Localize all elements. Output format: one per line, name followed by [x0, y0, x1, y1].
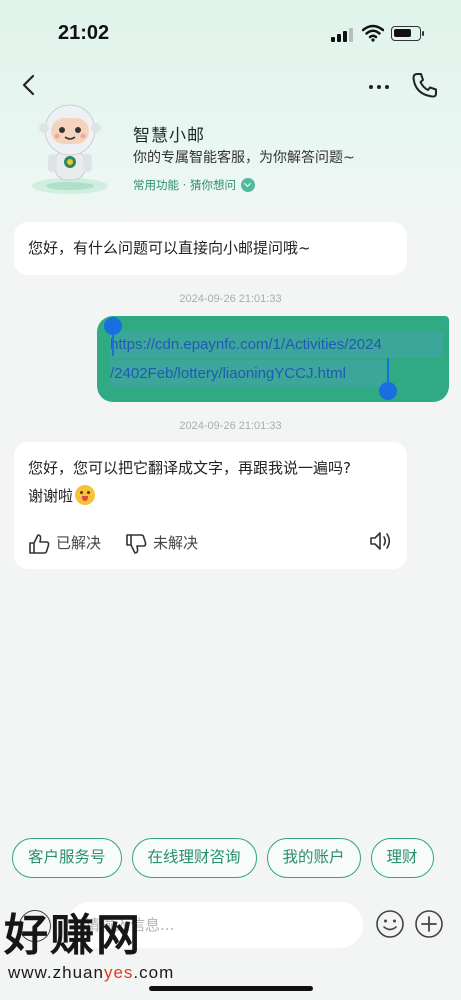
message-line-2-text: 谢谢啦 [28, 487, 74, 505]
feedback-row: 已解决 未解决 [28, 530, 222, 557]
message-text: 您好，您可以把它翻译成文字，再跟我说一遍吗? 谢谢啦 [28, 454, 393, 510]
selection-start-handle[interactable] [104, 317, 122, 335]
watermark-url-prefix: www.zhuan [8, 963, 104, 982]
watermark-url-suffix: .com [133, 963, 175, 982]
robot-avatar [32, 104, 108, 194]
message-timestamp: 2024-09-26 21:01:33 [179, 293, 282, 305]
message-url-text[interactable]: https://cdn.epaynfc.com/1/Activities/202… [110, 330, 445, 388]
chip-online-finance[interactable]: 在线理财咨询 [131, 838, 257, 878]
chip-finance[interactable]: 理财 [370, 838, 434, 878]
thumbs-down-icon [126, 533, 147, 554]
selection-end-handle[interactable] [379, 382, 397, 400]
url-line-2: /2402Feb/lottery/liaoningYCCJ.html [110, 365, 346, 382]
status-bar: 21:02 [0, 0, 461, 60]
watermark-logo: 好赚网 www.zhuanyes.com [4, 908, 174, 982]
bot-message: 您好，您可以把它翻译成文字，再跟我说一遍吗? 谢谢啦 已解决 未解决 [14, 442, 407, 569]
watermark-url-red: yes [103, 963, 134, 982]
unresolved-label: 未解决 [153, 534, 199, 552]
message-line-2: 谢谢啦 [28, 482, 393, 510]
cellular-signal-icon [331, 28, 353, 42]
message-timestamp: 2024-09-26 21:01:33 [179, 420, 282, 432]
message-text: 您好，有什么问题可以直接向小邮提问哦~ [28, 239, 311, 257]
bot-name: 智慧小邮 [133, 126, 205, 146]
thumbs-up-icon [29, 533, 50, 554]
battery-icon [391, 26, 424, 41]
speaker-icon[interactable] [369, 530, 393, 552]
resolved-button[interactable]: 已解决 [28, 530, 101, 557]
plus-icon[interactable] [414, 909, 444, 939]
resolved-label: 已解决 [56, 534, 102, 552]
chevron-down-icon [240, 178, 255, 192]
features-link[interactable]: 常用功能 · 猜你想问 [133, 177, 255, 193]
url-line-1: https://cdn.epaynfc.com/1/Activities/202… [110, 336, 382, 353]
wifi-icon [362, 24, 384, 42]
phone-icon[interactable] [410, 70, 440, 100]
chip-my-account[interactable]: 我的账户 [266, 838, 361, 878]
home-indicator[interactable] [149, 986, 313, 991]
more-dots-icon[interactable] [366, 76, 392, 96]
tongue-emoji-icon [75, 485, 96, 505]
watermark-big-text: 好赚网 [4, 910, 142, 961]
unresolved-button[interactable]: 未解决 [125, 530, 198, 557]
bot-description: 你的专属智能客服，为你解答问题~ [133, 150, 355, 166]
status-time: 21:02 [58, 22, 110, 44]
watermark-url: www.zhuanyes.com [8, 964, 174, 982]
battery-level [394, 29, 411, 37]
bot-message: 您好，有什么问题可以直接向小邮提问哦~ [14, 222, 407, 275]
quick-actions: 客户服务号 在线理财咨询 我的账户 理财 [12, 838, 444, 878]
message-line-1: 您好，您可以把它翻译成文字，再跟我说一遍吗? [28, 459, 351, 477]
emoji-icon[interactable] [375, 909, 405, 939]
features-label: 常用功能 · 猜你想问 [133, 178, 236, 192]
chip-customer-service[interactable]: 客户服务号 [12, 838, 122, 878]
chevron-left-icon[interactable] [18, 72, 42, 98]
